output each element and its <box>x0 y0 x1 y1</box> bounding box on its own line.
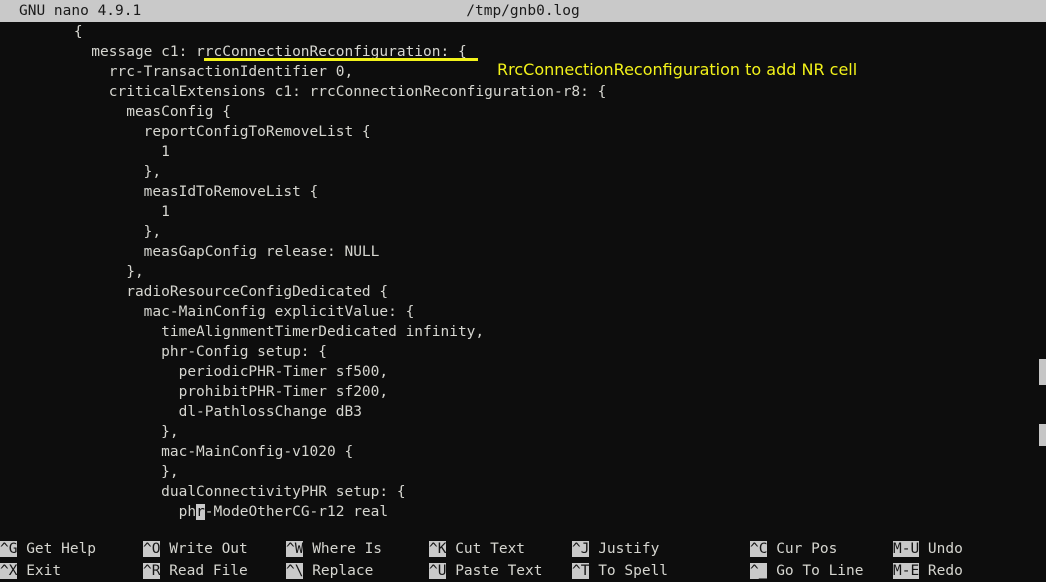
open-file-name: /tmp/gnb0.log <box>466 3 580 19</box>
shortcut-key: ^W <box>286 541 304 557</box>
shortcut-key: ^J <box>572 541 590 557</box>
shortcut-item[interactable]: ^R Read File <box>143 560 248 582</box>
shortcut-row-primary: ^G Get Help ^O Write Out ^W Where Is ^K Cut… <box>0 538 1046 560</box>
annotation-label: RrcConnectionReconfiguration to add NR c… <box>497 60 858 79</box>
code-line[interactable]: dl-PathlossChange dB3 <box>0 402 1046 422</box>
shortcut-key: ^U <box>429 563 447 579</box>
shortcut-label: To Spell <box>589 563 669 579</box>
shortcut-item[interactable]: ^_ Go To Line <box>750 560 864 582</box>
code-line[interactable]: measIdToRemoveList { <box>0 182 1046 202</box>
shortcut-label: Cur Pos <box>767 541 838 557</box>
title-bar: GNU nano 4.9.1 /tmp/gnb0.log <box>0 0 1046 22</box>
shortcut-label: Go To Line <box>767 563 864 579</box>
code-line[interactable]: reportConfigToRemoveList { <box>0 122 1046 142</box>
scrollbar-mark-lower[interactable] <box>1039 424 1046 446</box>
shortcut-item[interactable]: ^C Cur Pos <box>750 538 837 560</box>
code-line[interactable]: }, <box>0 262 1046 282</box>
code-line[interactable]: periodicPHR-Timer sf500, <box>0 362 1046 382</box>
shortcut-key: ^C <box>750 541 768 557</box>
code-line[interactable]: measGapConfig release: NULL <box>0 242 1046 262</box>
code-line[interactable]: dualConnectivityPHR setup: { <box>0 482 1046 502</box>
code-line[interactable]: { <box>0 22 1046 42</box>
code-line[interactable]: criticalExtensions c1: rrcConnectionReco… <box>0 82 1046 102</box>
shortcut-key: ^G <box>0 541 18 557</box>
shortcut-item[interactable]: M-E Redo <box>893 560 963 582</box>
code-line[interactable]: prohibitPHR-Timer sf200, <box>0 382 1046 402</box>
text-cursor: r <box>196 504 205 520</box>
shortcut-key: ^R <box>143 563 161 579</box>
shortcut-label: Read File <box>160 563 248 579</box>
shortcut-help-bar: ^G Get Help ^O Write Out ^W Where Is ^K Cut… <box>0 538 1046 582</box>
code-line[interactable]: phr-ModeOtherCG-r12 real <box>0 502 1046 522</box>
shortcut-item[interactable]: ^W Where Is <box>286 538 382 560</box>
shortcut-label: Redo <box>919 563 963 579</box>
code-line[interactable]: 1 <box>0 202 1046 222</box>
shortcut-item[interactable]: ^K Cut Text <box>429 538 525 560</box>
code-line[interactable]: message c1: rrcConnectionReconfiguration… <box>0 42 1046 62</box>
code-line[interactable]: }, <box>0 222 1046 242</box>
shortcut-key: ^_ <box>750 563 768 579</box>
shortcut-label: Replace <box>303 563 374 579</box>
shortcut-row-secondary: ^X Exit ^R Read File ^\ Replace ^U Paste Te… <box>0 560 1046 582</box>
shortcut-key: ^T <box>572 563 590 579</box>
code-line[interactable]: }, <box>0 422 1046 442</box>
shortcut-item[interactable]: ^G Get Help <box>0 538 96 560</box>
shortcut-item[interactable]: ^X Exit <box>0 560 61 582</box>
shortcut-label: Write Out <box>160 541 248 557</box>
code-line[interactable]: timeAlignmentTimerDedicated infinity, <box>0 322 1046 342</box>
code-line[interactable]: }, <box>0 162 1046 182</box>
shortcut-label: Get Help <box>17 541 97 557</box>
yellow-underline-highlight <box>204 58 478 61</box>
shortcut-key: M-U <box>893 541 920 557</box>
code-line[interactable]: radioResourceConfigDedicated { <box>0 282 1046 302</box>
code-line[interactable]: }, <box>0 462 1046 482</box>
shortcut-item[interactable]: ^O Write Out <box>143 538 248 560</box>
shortcut-key: M-E <box>893 563 920 579</box>
shortcut-label: Where Is <box>303 541 383 557</box>
shortcut-item[interactable]: ^\ Replace <box>286 560 373 582</box>
shortcut-item[interactable]: ^J Justify <box>572 538 659 560</box>
code-line[interactable]: mac-MainConfig-v1020 { <box>0 442 1046 462</box>
code-line-list: { message c1: rrcConnectionReconfigurati… <box>0 22 1046 522</box>
shortcut-key: ^K <box>429 541 447 557</box>
code-line[interactable]: mac-MainConfig explicitValue: { <box>0 302 1046 322</box>
shortcut-item[interactable]: ^U Paste Text <box>429 560 543 582</box>
editor-text-area[interactable]: { message c1: rrcConnectionReconfigurati… <box>0 22 1046 538</box>
code-line[interactable]: phr-Config setup: { <box>0 342 1046 362</box>
shortcut-key: ^\ <box>286 563 304 579</box>
nano-editor-window: GNU nano 4.9.1 /tmp/gnb0.log { message c… <box>0 0 1046 582</box>
shortcut-key: ^X <box>0 563 18 579</box>
code-line[interactable]: 1 <box>0 142 1046 162</box>
shortcut-label: Paste Text <box>446 563 543 579</box>
scrollbar-mark-upper[interactable] <box>1039 359 1046 385</box>
shortcut-key: ^O <box>143 541 161 557</box>
shortcut-label: Exit <box>17 563 62 579</box>
shortcut-label: Cut Text <box>446 541 526 557</box>
code-line[interactable]: measConfig { <box>0 102 1046 122</box>
shortcut-label: Justify <box>589 541 660 557</box>
shortcut-label: Undo <box>919 541 963 557</box>
shortcut-item[interactable]: ^T To Spell <box>572 560 668 582</box>
shortcut-item[interactable]: M-U Undo <box>893 538 963 560</box>
